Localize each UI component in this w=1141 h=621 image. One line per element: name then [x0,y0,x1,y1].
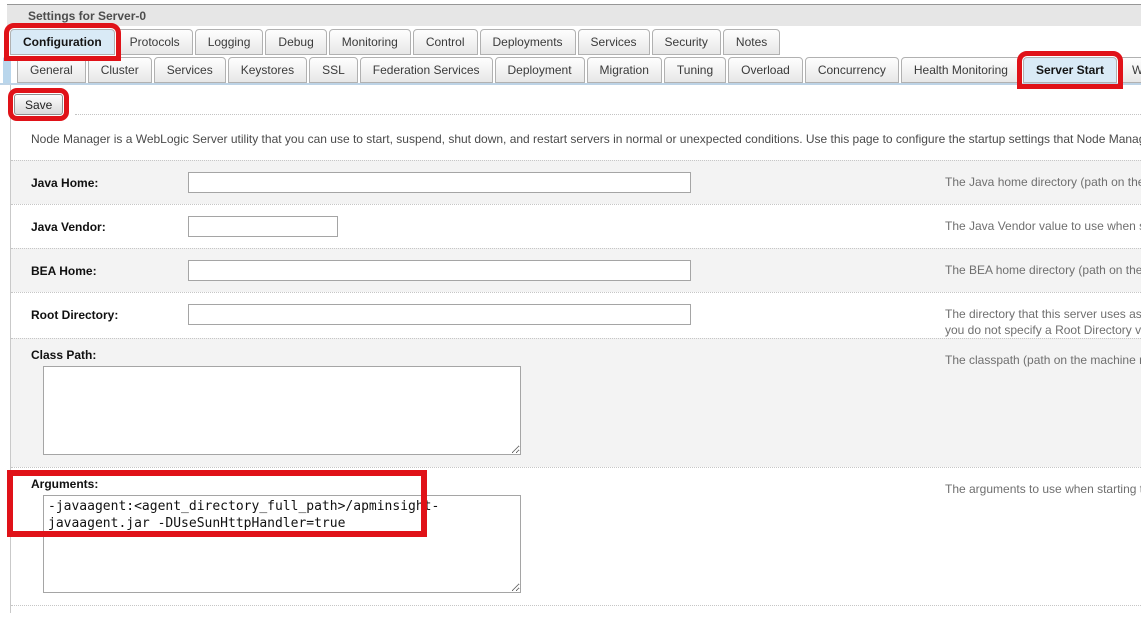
subtab-tuning[interactable]: Tuning [663,57,727,83]
bea-home-row: BEA Home: The BEA home directory (path o… [11,248,1141,292]
tab-label: Deployment [507,63,572,77]
field-help-text: The arguments to use when starting this [945,468,1141,605]
save-button[interactable]: Save [7,88,70,121]
weblogic-console-page: Settings for Server-0 Configuration Prot… [0,4,1141,613]
subtab-server-start[interactable]: Server Start [1016,51,1123,89]
primary-tab-bar: Configuration Protocols Logging Debug Mo… [4,23,1141,61]
help-line: The classpath (path on the machine runn [945,353,1141,367]
tab-label: Keystores [240,63,295,77]
subtab-keystores[interactable]: Keystores [227,57,308,83]
field-main-cell: BEA Home: [11,249,945,292]
tab-monitoring[interactable]: Monitoring [328,29,411,55]
tab-label: Logging [207,35,251,49]
tab-label: Federation Services [372,63,480,77]
help-line: The BEA home directory (path on the ma [945,263,1141,277]
subtab-left-strip [3,57,11,83]
field-help-text: The Java Vendor value to use when star [945,205,1141,248]
subtab-web-services[interactable]: Web Services [1118,57,1141,83]
separator-line [11,605,1141,610]
help-line: The Java home directory (path on the m [945,175,1141,189]
tab-label: Control [425,35,465,49]
help-line: The directory that this server uses as i… [945,307,1141,321]
tab-security[interactable]: Security [651,29,721,55]
field-main-cell: Java Vendor: [11,205,945,248]
tab-label: Debug [278,35,314,49]
tab-label: Configuration [23,35,102,49]
tab-label: Web Services [1131,63,1141,77]
subtab-cluster[interactable]: Cluster [87,57,152,83]
help-line: you do not specify a Root Directory valu [945,323,1141,337]
subtab-federation-services[interactable]: Federation Services [359,57,493,83]
subtab-deployment[interactable]: Deployment [494,57,585,83]
tab-logging[interactable]: Logging [194,29,264,55]
page-title: Settings for Server-0 [28,8,147,23]
server-start-form: Java Home: The Java home directory (path… [7,160,1141,605]
tab-notes[interactable]: Notes [722,29,781,55]
tab-services[interactable]: Services [577,29,650,55]
field-label: BEA Home: [31,264,97,278]
class-path-row: Class Path: The classpath (path on the m… [11,338,1141,467]
content-area: Save Node Manager is a WebLogic Server u… [7,85,1141,613]
java-home-row: Java Home: The Java home directory (path… [11,160,1141,204]
java-vendor-row: Java Vendor: The Java Vendor value to us… [11,204,1141,248]
tab-label: Overload [741,63,790,77]
tab-protocols[interactable]: Protocols [116,29,193,55]
subtab-general[interactable]: General [17,57,86,83]
tab-label: Migration [599,63,649,77]
tab-debug[interactable]: Debug [265,29,327,55]
tab-configuration[interactable]: Configuration [4,23,121,61]
separator-line [75,114,1141,115]
tab-deployments[interactable]: Deployments [479,29,576,55]
subtab-services[interactable]: Services [153,57,226,83]
java-home-input[interactable] [188,172,691,193]
tab-label: Notes [735,35,768,49]
arguments-row: Arguments: The arguments to use when sta… [7,467,1141,605]
tab-control[interactable]: Control [412,29,478,55]
settings-title-bar: Settings for Server-0 [7,4,1141,26]
secondary-tab-bar: General Cluster Services Keystores SSL F… [0,51,1141,89]
field-help-text: The classpath (path on the machine runn [945,339,1141,467]
tab-label: General [30,63,73,77]
arguments-textarea[interactable] [43,495,521,593]
tab-label: Concurrency [817,63,886,77]
tab-label: Server Start [1035,63,1104,77]
class-path-textarea[interactable] [43,366,521,455]
field-help-text: The BEA home directory (path on the ma [945,249,1141,292]
help-line: The Java Vendor value to use when star [945,219,1141,233]
bea-home-input[interactable] [188,260,691,281]
field-label: Java Vendor: [31,220,106,234]
tab-label: Deployments [492,35,563,49]
tab-label: Monitoring [341,35,398,49]
field-label: Arguments: [31,477,99,491]
field-help-text: The directory that this server uses as i… [945,293,1141,338]
field-main-cell: Java Home: [11,161,945,204]
java-vendor-input[interactable] [188,216,338,237]
field-main-cell: Class Path: [11,339,945,467]
tab-label: SSL [322,63,345,77]
field-label: Java Home: [31,176,99,190]
subtab-health-monitoring[interactable]: Health Monitoring [900,57,1021,83]
field-main-cell: Root Directory: [11,293,945,338]
root-directory-row: Root Directory: The directory that this … [11,292,1141,338]
tab-label: Tuning [676,63,714,77]
tab-label: Services [166,63,213,77]
tab-label: Cluster [100,63,139,77]
toolbar: Save [7,85,1141,121]
page-description: Node Manager is a WebLogic Server utilit… [31,132,1141,146]
tab-label: Security [664,35,708,49]
subtab-ssl[interactable]: SSL [309,57,358,83]
tab-label: Protocols [129,35,180,49]
root-directory-input[interactable] [188,304,691,325]
field-help-text: The Java home directory (path on the m [945,161,1141,204]
secondary-tab-list: General Cluster Services Keystores SSL F… [17,51,1141,89]
subtab-migration[interactable]: Migration [586,57,662,83]
field-main-cell: Arguments: [11,468,945,605]
subtab-concurrency[interactable]: Concurrency [804,57,899,83]
tab-label: Services [590,35,637,49]
field-label: Class Path: [31,348,97,362]
subtab-overload[interactable]: Overload [728,57,803,83]
field-label: Root Directory: [31,308,119,322]
tab-label: Health Monitoring [913,63,1008,77]
help-line: The arguments to use when starting this [945,482,1141,496]
